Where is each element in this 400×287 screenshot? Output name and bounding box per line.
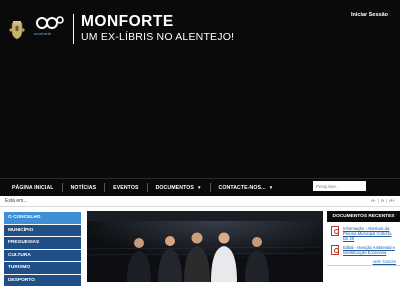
nav-item-news[interactable]: NOTÍCIAS [63, 185, 105, 191]
search-input[interactable] [313, 181, 366, 191]
separator: | [377, 198, 379, 203]
nav-label: PÁGINA INICIAL [12, 184, 54, 191]
site-subtitle: UM EX-LÍBRIS NO ALENTEJO! [81, 31, 235, 43]
text-size-controls: A- | A | A+ [371, 198, 395, 203]
recent-documents-title: DOCUMENTOS RECENTES [327, 211, 400, 222]
breadcrumb-bar: Está em... A- | A | A+ [0, 196, 400, 207]
pdf-icon [331, 245, 339, 255]
document-link[interactable]: Edital - Isenção Ambiental e Identificaç… [343, 245, 397, 255]
featured-photo[interactable] [87, 211, 323, 282]
nav-label: EVENTOS [113, 184, 139, 191]
sidebar-menu: O CONCELHO MUNICÍPIO FREGUESIAS CULTURA … [4, 212, 81, 287]
nav-item-contact[interactable]: CONTACTE-NOS... ▼ [211, 185, 282, 191]
sidebar-item-o-concelho[interactable]: O CONCELHO [4, 212, 81, 224]
header-divider [73, 14, 74, 44]
login-link[interactable]: Iniciar Sessão [351, 12, 388, 18]
nav-label: DOCUMENTOS [155, 184, 194, 191]
text-size-reset[interactable]: A [381, 198, 384, 203]
coat-of-arms-icon [9, 21, 25, 40]
sidebar-item-municipio[interactable]: MUNICÍPIO [4, 224, 81, 236]
document-item[interactable]: Informação - Abertura da Piscina Municip… [327, 226, 400, 241]
sidebar-item-turismo[interactable]: TURISMO [4, 262, 81, 274]
document-item[interactable]: Edital - Isenção Ambiental e Identificaç… [327, 245, 400, 255]
sidebar-item-freguesias[interactable]: FREGUESIAS [4, 237, 81, 249]
pdf-icon [331, 226, 339, 236]
nav-item-home[interactable]: PÁGINA INICIAL [6, 185, 62, 191]
nav-item-documents[interactable]: DOCUMENTOS ▼ [148, 185, 210, 191]
separator: | [386, 198, 388, 203]
site-header: monforte MONFORTE UM EX-LÍBRIS NO ALENTE… [0, 0, 400, 178]
see-all-documents-link[interactable]: VER TODOS [327, 259, 400, 266]
site-title[interactable]: MONFORTE [81, 14, 174, 30]
text-size-increase[interactable]: A+ [389, 198, 395, 203]
document-link[interactable]: Informação - Abertura da Piscina Municip… [343, 226, 397, 241]
brand-wordmark: monforte [34, 31, 52, 36]
caret-down-icon: ▼ [268, 185, 274, 190]
group-photo-image [87, 211, 323, 282]
nav-label: NOTÍCIAS [70, 184, 97, 191]
nav-label: CONTACTE-NOS... [218, 184, 266, 191]
breadcrumb: Está em... [5, 198, 28, 204]
sidebar-item-desporto[interactable]: DESPORTO [4, 274, 81, 286]
text-size-decrease[interactable]: A- [371, 198, 376, 203]
sidebar-item-cultura[interactable]: CULTURA [4, 249, 81, 261]
recent-documents-panel: DOCUMENTOS RECENTES Informação - Abertur… [327, 211, 400, 282]
caret-down-icon: ▼ [196, 185, 202, 190]
nav-item-events[interactable]: EVENTOS [105, 185, 146, 191]
